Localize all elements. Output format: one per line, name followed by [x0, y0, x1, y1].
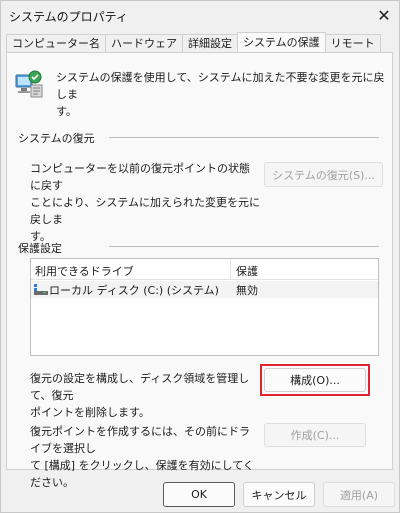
close-button[interactable]: ✕: [369, 1, 399, 30]
restore-desc-line-2: ことにより、システムに加えられた変更を元に戻しま: [30, 196, 261, 226]
system-properties-dialog: システムのプロパティ ✕ コンピューター名 ハードウェア 詳細設定 システムの保…: [0, 0, 400, 513]
configure-description: 復元の設定を構成し、ディスク領域を管理して、復元 ポイントを削除します。: [30, 370, 258, 421]
create-description: 復元ポイントを作成するには、その前にドライブを選択し て [構成] をクリックし…: [30, 423, 260, 491]
restore-desc-line-3: す。: [30, 230, 51, 243]
configure-desc-line-1: 復元の設定を構成し、ディスク領域を管理して、復元: [30, 372, 250, 402]
protection-settings-divider: [109, 246, 379, 247]
restore-desc-line-1: コンピューターを以前の復元ポイントの状態に戻す: [30, 162, 250, 192]
tab-remote[interactable]: リモート: [324, 34, 381, 52]
system-restore-description: コンピューターを以前の復元ポイントの状態に戻す ことにより、システムに加えられた…: [30, 160, 260, 245]
cancel-button[interactable]: キャンセル: [243, 482, 315, 507]
configure-button-highlight: [260, 364, 370, 396]
drive-row[interactable]: ローカル ディスク (C:) (システム) 無効: [31, 281, 378, 298]
title-bar: システムのプロパティ ✕: [1, 1, 399, 30]
intro-line-1: システムの保護を使用して、システムに加えた不要な変更を元に戻しま: [56, 71, 385, 101]
drive-list-header: 利用できるドライブ 保護: [31, 259, 378, 280]
drive-list[interactable]: 利用できるドライブ 保護 ローカル ディスク (C:) (システム) 無効: [30, 258, 379, 356]
drive-name: ローカル ディスク (C:) (システム): [49, 284, 219, 297]
create-desc-line-1: 復元ポイントを作成するには、その前にドライブを選択し: [30, 425, 250, 455]
intro-description: システムの保護を使用して、システムに加えた不要な変更を元に戻しま す。: [56, 69, 386, 120]
local-disk-icon: [34, 284, 48, 295]
protection-settings-heading: 保護設定: [18, 242, 62, 255]
system-protection-icon: [15, 70, 43, 98]
tab-bar: コンピューター名 ハードウェア 詳細設定 システムの保護 リモート: [6, 32, 381, 54]
column-available-drives[interactable]: 利用できるドライブ: [35, 263, 134, 279]
drive-protection-status: 無効: [236, 284, 258, 297]
tab-advanced[interactable]: 詳細設定: [182, 34, 238, 52]
tab-system-protection[interactable]: システムの保護: [237, 32, 326, 52]
configure-desc-line-2: ポイントを削除します。: [30, 406, 150, 419]
tab-computer-name[interactable]: コンピューター名: [6, 34, 106, 52]
system-restore-heading: システムの復元: [18, 132, 95, 145]
close-icon: ✕: [377, 6, 391, 25]
create-button[interactable]: 作成(C)...: [264, 423, 366, 447]
tab-hardware[interactable]: ハードウェア: [105, 34, 183, 52]
window-title: システムのプロパティ: [9, 10, 128, 24]
system-restore-divider: [109, 137, 379, 138]
column-separator: [230, 259, 231, 279]
intro-line-2: す。: [56, 105, 77, 118]
ok-button[interactable]: OK: [163, 482, 235, 507]
system-restore-button[interactable]: システムの復元(S)...: [264, 162, 383, 187]
column-protection[interactable]: 保護: [236, 263, 258, 279]
apply-button[interactable]: 適用(A): [323, 482, 395, 507]
